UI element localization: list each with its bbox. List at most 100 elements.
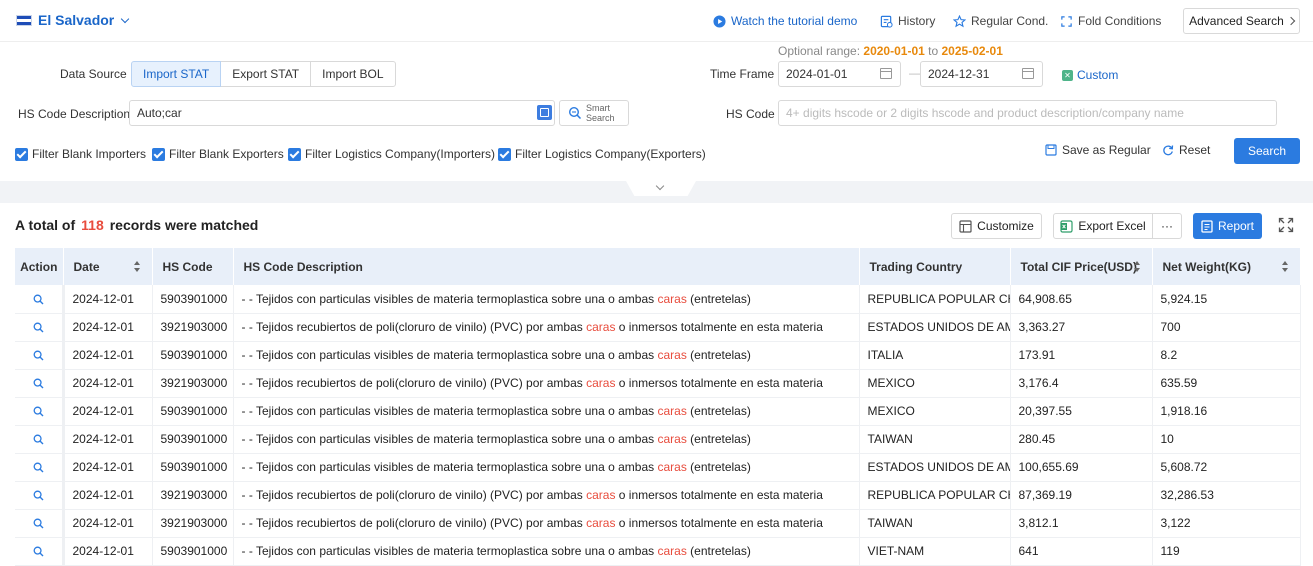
regular-cond-link[interactable]: Regular Cond. bbox=[953, 14, 1048, 28]
cell-net-weight: 3,122 bbox=[1152, 509, 1301, 538]
cell-hs-code: 5903901000 bbox=[152, 397, 234, 426]
save-as-regular-button[interactable]: Save as Regular bbox=[1045, 143, 1151, 157]
row-action bbox=[15, 481, 65, 510]
magnifier-icon[interactable] bbox=[33, 518, 44, 529]
cell-net-weight: 10 bbox=[1152, 425, 1301, 454]
results-suffix: records were matched bbox=[109, 217, 259, 233]
cell-net-weight: 119 bbox=[1152, 537, 1301, 566]
table-row[interactable]: 2024-12-01 5903901000 - - Tejidos con part… bbox=[15, 453, 1301, 482]
time-frame-label: Time Frame bbox=[710, 67, 775, 81]
col-date[interactable]: Date bbox=[63, 248, 153, 285]
table-row[interactable]: 2024-12-01 3921903000 - - Tejidos recubier… bbox=[15, 509, 1301, 538]
date-from-input[interactable]: 2024-01-01 bbox=[778, 61, 901, 87]
filter-logistics-exporters-label: Filter Logistics Company(Exporters) bbox=[515, 147, 706, 161]
cell-net-weight: 32,286.53 bbox=[1152, 481, 1301, 510]
magnifier-icon[interactable] bbox=[33, 546, 44, 557]
magnifier-icon[interactable] bbox=[33, 350, 44, 361]
cell-hs-desc: - - Tejidos con particulas visibles de m… bbox=[233, 285, 860, 314]
magnifier-icon[interactable] bbox=[33, 462, 44, 473]
table-row[interactable]: 2024-12-01 5903901000 - - Tejidos con part… bbox=[15, 397, 1301, 426]
source-import-bol[interactable]: Import BOL bbox=[310, 61, 396, 87]
sort-icon[interactable] bbox=[133, 261, 140, 272]
row-action bbox=[15, 397, 65, 426]
magnifier-icon[interactable] bbox=[33, 490, 44, 501]
table-row[interactable]: 2024-12-01 5903901000 - - Tejidos con part… bbox=[15, 425, 1301, 454]
desc-highlight: caras bbox=[586, 516, 616, 530]
magnifier-icon[interactable] bbox=[33, 322, 44, 333]
row-action bbox=[15, 313, 65, 342]
cell-net-weight: 5,924.15 bbox=[1152, 285, 1301, 314]
hs-desc-input[interactable]: Auto;car bbox=[129, 100, 555, 126]
cell-date: 2024-12-01 bbox=[63, 369, 153, 398]
optional-range-to-word: to bbox=[928, 44, 939, 58]
custom-label: Custom bbox=[1077, 68, 1119, 82]
magnifier-icon[interactable] bbox=[33, 406, 44, 417]
cell-hs-code: 3921903000 bbox=[152, 369, 234, 398]
reset-button[interactable]: Reset bbox=[1162, 143, 1210, 157]
optional-range-to: 2025-02-01 bbox=[941, 44, 1003, 58]
fullscreen-icon[interactable] bbox=[1278, 217, 1294, 233]
filter-blank-importers-checkbox[interactable]: Filter Blank Importers bbox=[15, 147, 146, 161]
filter-logistics-exporters-checkbox[interactable]: Filter Logistics Company(Exporters) bbox=[498, 147, 706, 161]
search-button[interactable]: Search bbox=[1234, 138, 1300, 164]
magnifier-icon[interactable] bbox=[33, 434, 44, 445]
table-row[interactable]: 2024-12-01 5903901000 - - Tejidos con part… bbox=[15, 285, 1301, 314]
sort-icon[interactable] bbox=[1281, 261, 1288, 272]
refresh-icon bbox=[1163, 145, 1174, 156]
cell-trading-country: REPUBLICA POPULAR CHI bbox=[859, 285, 1011, 314]
smart-search-button[interactable]: Smart Search bbox=[559, 100, 629, 126]
play-circle-icon bbox=[713, 14, 726, 28]
save-icon bbox=[1045, 144, 1057, 156]
cell-hs-code: 5903901000 bbox=[152, 285, 234, 314]
desc-text-end: o inmersos totalmente en esta materia bbox=[615, 376, 823, 390]
table-row[interactable]: 2024-12-01 3921903000 - - Tejidos recubier… bbox=[15, 481, 1301, 510]
desc-text-end: o inmersos totalmente en esta materia bbox=[615, 488, 823, 502]
source-export-stat[interactable]: Export STAT bbox=[220, 61, 312, 87]
country-selector[interactable]: El Salvador bbox=[16, 12, 130, 28]
filter-blank-importers-label: Filter Blank Importers bbox=[32, 147, 147, 161]
customize-icon bbox=[959, 219, 972, 233]
export-excel-button[interactable]: Export Excel bbox=[1053, 213, 1153, 239]
hs-code-input[interactable]: 4+ digits hscode or 2 digits hscode and … bbox=[778, 100, 1277, 126]
more-options-button[interactable]: ··· bbox=[1152, 213, 1182, 239]
cell-hs-code: 5903901000 bbox=[152, 453, 234, 482]
filter-logistics-importers-checkbox[interactable]: Filter Logistics Company(Importers) bbox=[288, 147, 495, 161]
tutorial-link[interactable]: Watch the tutorial demo bbox=[713, 14, 857, 28]
cell-hs-desc: - - Tejidos con particulas visibles de m… bbox=[233, 453, 860, 482]
desc-text: - - Tejidos con particulas visibles de m… bbox=[241, 404, 658, 418]
col-net-weight[interactable]: Net Weight(KG) bbox=[1152, 248, 1301, 285]
report-icon bbox=[1201, 219, 1213, 233]
table-row[interactable]: 2024-12-01 3921903000 - - Tejidos recubier… bbox=[15, 313, 1301, 342]
report-button[interactable]: Report bbox=[1193, 213, 1262, 239]
magnifier-icon[interactable] bbox=[33, 294, 44, 305]
date-to-input[interactable]: 2024-12-31 bbox=[920, 61, 1043, 87]
sort-icon[interactable] bbox=[1133, 261, 1140, 272]
history-link[interactable]: History bbox=[880, 14, 935, 28]
row-action bbox=[15, 285, 65, 314]
magnifier-icon[interactable] bbox=[33, 378, 44, 389]
results-prefix: A total of bbox=[15, 217, 76, 233]
cell-total-cif: 3,176.4 bbox=[1010, 369, 1153, 398]
desc-text: - - Tejidos con particulas visibles de m… bbox=[241, 432, 658, 446]
table-row[interactable]: 2024-12-01 3921903000 - - Tejidos recubier… bbox=[15, 369, 1301, 398]
source-import-stat[interactable]: Import STAT bbox=[131, 61, 222, 87]
cell-hs-code: 3921903000 bbox=[152, 481, 234, 510]
cell-total-cif: 3,812.1 bbox=[1010, 509, 1153, 538]
table-row[interactable]: 2024-12-01 5903901000 - - Tejidos con part… bbox=[15, 537, 1301, 566]
custom-range-link[interactable]: ✕ Custom bbox=[1062, 68, 1118, 82]
reset-label: Reset bbox=[1179, 143, 1211, 157]
customize-button[interactable]: Customize bbox=[951, 213, 1042, 239]
fold-conditions-link[interactable]: Fold Conditions bbox=[1060, 14, 1161, 28]
col-total-cif[interactable]: Total CIF Price(USD) bbox=[1010, 248, 1153, 285]
hs-code-label: HS Code bbox=[726, 107, 775, 121]
translate-icon[interactable] bbox=[537, 105, 552, 120]
table-row[interactable]: 2024-12-01 5903901000 - - Tejidos con part… bbox=[15, 341, 1301, 370]
cell-hs-desc: - - Tejidos con particulas visibles de m… bbox=[233, 341, 860, 370]
advanced-search-button[interactable]: Advanced Search bbox=[1183, 8, 1300, 34]
col-total-cif-label: Total CIF Price(USD) bbox=[1020, 259, 1137, 274]
filter-blank-exporters-checkbox[interactable]: Filter Blank Exporters bbox=[152, 147, 284, 161]
desc-text-end: (entretelas) bbox=[686, 432, 751, 446]
cell-hs-code: 5903901000 bbox=[152, 341, 234, 370]
table-header-row: Action Date HS Code HS Code Description … bbox=[15, 248, 1301, 285]
regular-cond-label: Regular Cond. bbox=[971, 14, 1049, 28]
